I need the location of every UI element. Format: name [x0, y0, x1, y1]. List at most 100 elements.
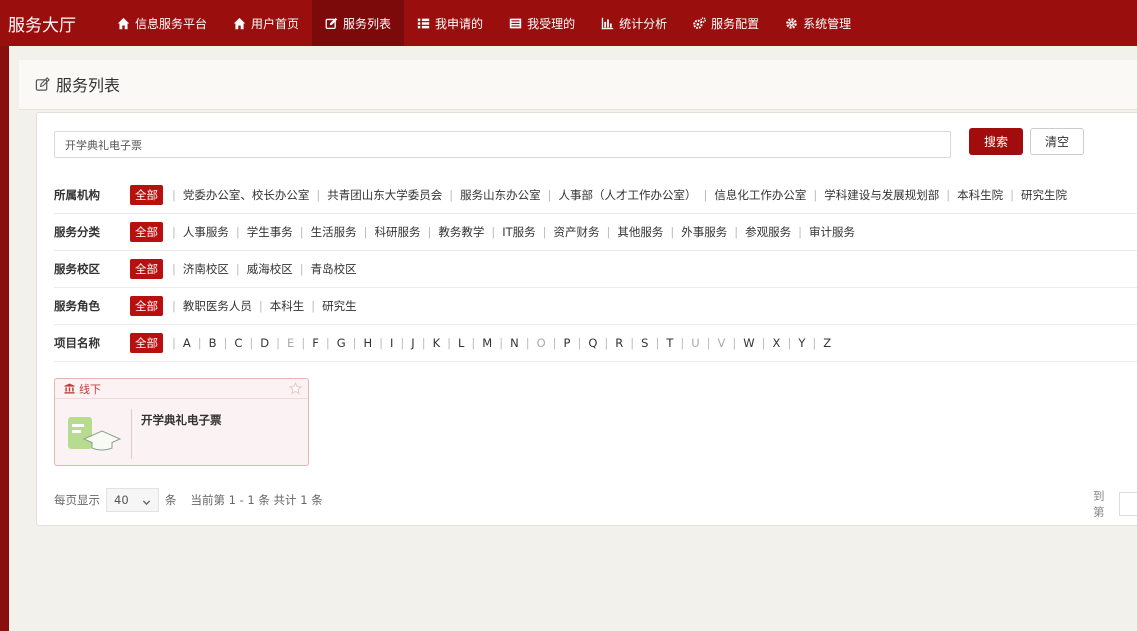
filter-option[interactable]: 其他服务 — [600, 224, 663, 240]
letter-filter-n[interactable]: N — [492, 336, 519, 350]
filter-option[interactable]: 学生事务 — [229, 224, 293, 240]
filter-all-button[interactable]: 全部 — [130, 259, 163, 279]
filter-option[interactable]: 共青团山东大学委员会 — [309, 187, 442, 203]
letter-filter-b[interactable]: B — [191, 336, 217, 350]
nav-label: 我受理的 — [527, 16, 576, 31]
letter-filter-u[interactable]: U — [673, 336, 699, 350]
filter-option[interactable]: 教职医务人员 — [165, 298, 252, 314]
filter-label: 服务角色 — [54, 299, 100, 313]
letter-filter-r[interactable]: R — [597, 336, 623, 350]
filter-option[interactable]: 威海校区 — [229, 261, 293, 277]
page-size-select[interactable]: 40 — [106, 488, 159, 512]
graduation-cap-doc-icon — [66, 415, 122, 453]
nav-label: 用户首页 — [251, 16, 300, 31]
letter-filter-w[interactable]: W — [725, 336, 754, 350]
filter-row-campus: 服务校区 全部 济南校区 威海校区 青岛校区 — [54, 251, 1137, 288]
filter-all-button[interactable]: 全部 — [130, 185, 163, 205]
filter-all-button[interactable]: 全部 — [130, 296, 163, 316]
filter-option[interactable]: 资产财务 — [536, 224, 600, 240]
letter-filter-f[interactable]: F — [294, 336, 319, 350]
clear-button[interactable]: 清空 — [1030, 128, 1084, 155]
brand-title[interactable]: 服务大厅 — [0, 11, 104, 36]
filter-option[interactable]: IT服务 — [484, 224, 535, 240]
filter-row-org: 所属机构 全部 党委办公室、校长办公室 共青团山东大学委员会 服务山东办公室 人… — [54, 177, 1137, 214]
filter-option[interactable]: 人事部（人才工作办公室） — [541, 187, 697, 203]
gear-icon — [785, 17, 798, 30]
card-divider — [131, 409, 132, 459]
letter-filter-q[interactable]: Q — [570, 336, 597, 350]
filter-option[interactable]: 科研服务 — [357, 224, 421, 240]
letter-filter-y[interactable]: Y — [780, 336, 805, 350]
letter-filter-h[interactable]: H — [346, 336, 372, 350]
letter-filter-k[interactable]: K — [415, 336, 441, 350]
card-header: 线下 — [55, 379, 308, 399]
filter-option[interactable]: 生活服务 — [293, 224, 357, 240]
chevron-down-icon — [142, 496, 151, 505]
filter-label: 服务分类 — [54, 225, 100, 239]
letter-filter-p[interactable]: P — [546, 336, 571, 350]
letter-filter-s[interactable]: S — [623, 336, 648, 350]
list-icon — [417, 17, 430, 30]
nav-my-applications[interactable]: 我申请的 — [404, 0, 496, 46]
filter-option[interactable]: 外事服务 — [663, 224, 727, 240]
filter-row-category: 服务分类 全部 人事服务 学生事务 生活服务 科研服务 教务教学 IT服务 资产… — [54, 214, 1137, 251]
goto-label: 到第 — [1093, 489, 1105, 519]
filter-option[interactable]: 本科生 — [252, 298, 305, 314]
letter-filter-g[interactable]: G — [319, 336, 346, 350]
nav-service-list[interactable]: 服务列表 — [312, 0, 405, 46]
nav-info-platform[interactable]: 信息服务平台 — [104, 0, 220, 46]
filter-option[interactable]: 服务山东办公室 — [442, 187, 541, 203]
letter-filter-o[interactable]: O — [519, 336, 546, 350]
cogs-icon — [693, 16, 707, 30]
filter-option[interactable]: 青岛校区 — [293, 261, 357, 277]
search-button[interactable]: 搜索 — [969, 128, 1023, 155]
letter-filter-c[interactable]: C — [217, 336, 242, 350]
filter-option[interactable]: 济南校区 — [165, 261, 229, 277]
filter-option[interactable]: 教务教学 — [421, 224, 484, 240]
nav-my-handled[interactable]: 我受理的 — [496, 0, 588, 46]
page-title-text: 服务列表 — [56, 76, 121, 95]
filter-option[interactable]: 本科生院 — [939, 187, 1003, 203]
bank-icon — [64, 383, 75, 394]
pagination: 每页显示 40 条 当前第 1 - 1 条 共计 1 条 — [54, 488, 323, 512]
nav-service-config[interactable]: 服务配置 — [680, 0, 772, 46]
star-icon[interactable] — [288, 381, 303, 395]
service-card[interactable]: 线下 开学典礼电子票 — [54, 378, 309, 466]
filter-row-role: 服务角色 全部 教职医务人员 本科生 研究生 — [54, 288, 1137, 325]
letter-filter-i[interactable]: I — [372, 336, 393, 350]
nav-user-home[interactable]: 用户首页 — [220, 0, 312, 46]
filter-option[interactable]: 参观服务 — [727, 224, 791, 240]
letter-filter-l[interactable]: L — [440, 336, 464, 350]
letter-filter-e[interactable]: E — [269, 336, 294, 350]
letter-filter-a[interactable]: A — [165, 336, 191, 350]
filter-option[interactable]: 人事服务 — [165, 224, 229, 240]
filter-option[interactable]: 审计服务 — [791, 224, 855, 240]
letter-filter-d[interactable]: D — [242, 336, 269, 350]
nav-system-admin[interactable]: 系统管理 — [772, 0, 864, 46]
nav-label: 服务配置 — [711, 16, 760, 31]
letter-filter-x[interactable]: X — [755, 336, 781, 350]
letter-filter-j[interactable]: J — [393, 336, 414, 350]
bar-chart-icon — [601, 17, 614, 30]
letter-filter-z[interactable]: Z — [805, 336, 831, 350]
filter-option[interactable]: 学科建设与发展规划部 — [806, 187, 939, 203]
top-navbar: 服务大厅 信息服务平台 用户首页 服务列表 我申请的 我受理的 统计分析 服务配… — [0, 0, 1137, 46]
letter-filter-v[interactable]: V — [700, 336, 726, 350]
card-title[interactable]: 开学典礼电子票 — [141, 412, 222, 428]
filter-option[interactable]: 党委办公室、校长办公室 — [165, 187, 310, 203]
search-input[interactable] — [54, 131, 951, 158]
nav-statistics[interactable]: 统计分析 — [588, 0, 680, 46]
home-icon — [233, 17, 246, 30]
filter-all-button[interactable]: 全部 — [130, 333, 163, 353]
filter-option[interactable]: 研究生 — [304, 298, 357, 314]
page-size-value: 40 — [114, 493, 129, 507]
filter-option[interactable]: 信息化工作办公室 — [697, 187, 806, 203]
nav-label: 系统管理 — [803, 16, 852, 31]
goto-page-input[interactable] — [1119, 492, 1137, 516]
letter-filter-t[interactable]: T — [648, 336, 673, 350]
filter-all-button[interactable]: 全部 — [130, 222, 163, 242]
letter-filter-m[interactable]: M — [464, 336, 492, 350]
page-size-unit: 条 — [165, 493, 177, 507]
service-panel: 搜索 清空 所属机构 全部 党委办公室、校长办公室 共青团山东大学委员会 服务山… — [36, 112, 1137, 526]
filter-option[interactable]: 研究生院 — [1003, 187, 1067, 203]
